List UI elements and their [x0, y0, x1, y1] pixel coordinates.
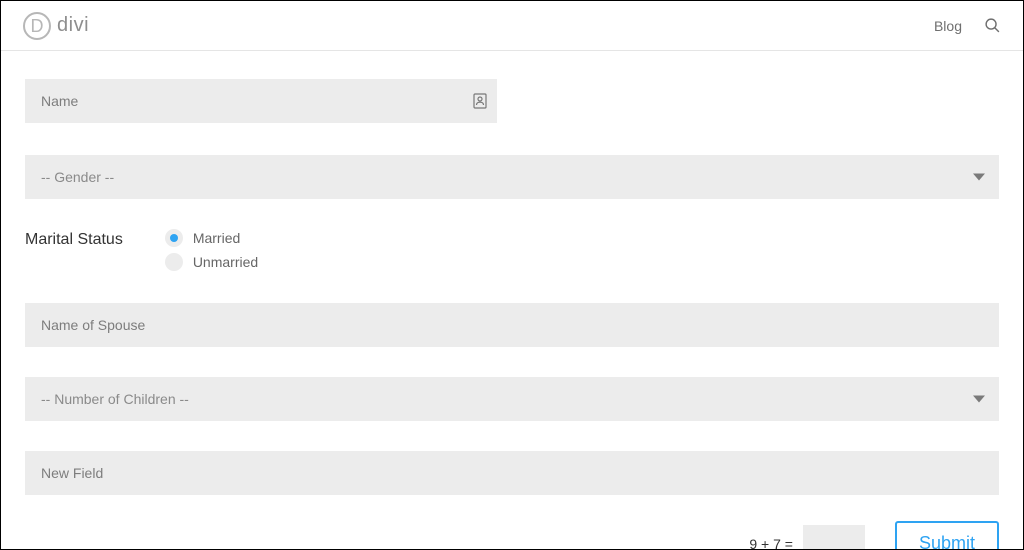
search-icon[interactable]	[984, 17, 1001, 34]
brand-name: divi	[57, 14, 89, 37]
app-window: D divi Blog -- Ge	[0, 0, 1024, 550]
children-select-display: -- Number of Children --	[25, 377, 999, 421]
radio-dot-icon	[165, 229, 183, 247]
form-content: -- Gender -- Marital Status Married Unma…	[1, 51, 1023, 550]
header-bar: D divi Blog	[1, 1, 1023, 51]
captcha-question: 9 + 7 =	[749, 536, 793, 550]
radio-unmarried[interactable]: Unmarried	[165, 253, 258, 271]
brand-logo[interactable]: D divi	[23, 12, 89, 40]
radio-married[interactable]: Married	[165, 229, 258, 247]
newfield-row	[25, 451, 999, 495]
chevron-down-icon	[973, 396, 985, 403]
divi-logo-icon: D	[23, 12, 51, 40]
spouse-name-input[interactable]	[25, 303, 999, 347]
marital-status-label: Marital Status	[25, 229, 123, 249]
radio-married-label: Married	[193, 230, 240, 246]
chevron-down-icon	[973, 174, 985, 181]
gender-select[interactable]: -- Gender --	[25, 155, 999, 199]
name-row	[25, 79, 497, 123]
marital-status-group: Marital Status Married Unmarried	[25, 229, 999, 271]
submit-button[interactable]: Submit	[895, 521, 999, 550]
captcha-input[interactable]	[803, 525, 865, 550]
radio-unmarried-label: Unmarried	[193, 254, 258, 270]
children-select[interactable]: -- Number of Children --	[25, 377, 999, 421]
contact-card-icon	[473, 93, 487, 109]
name-input[interactable]	[25, 79, 497, 123]
radio-dot-icon	[165, 253, 183, 271]
spouse-row	[25, 303, 999, 347]
header-right: Blog	[934, 17, 1001, 34]
gender-select-display: -- Gender --	[25, 155, 999, 199]
form-footer: 9 + 7 = Submit	[25, 521, 999, 550]
new-field-input[interactable]	[25, 451, 999, 495]
nav-blog-link[interactable]: Blog	[934, 18, 962, 34]
